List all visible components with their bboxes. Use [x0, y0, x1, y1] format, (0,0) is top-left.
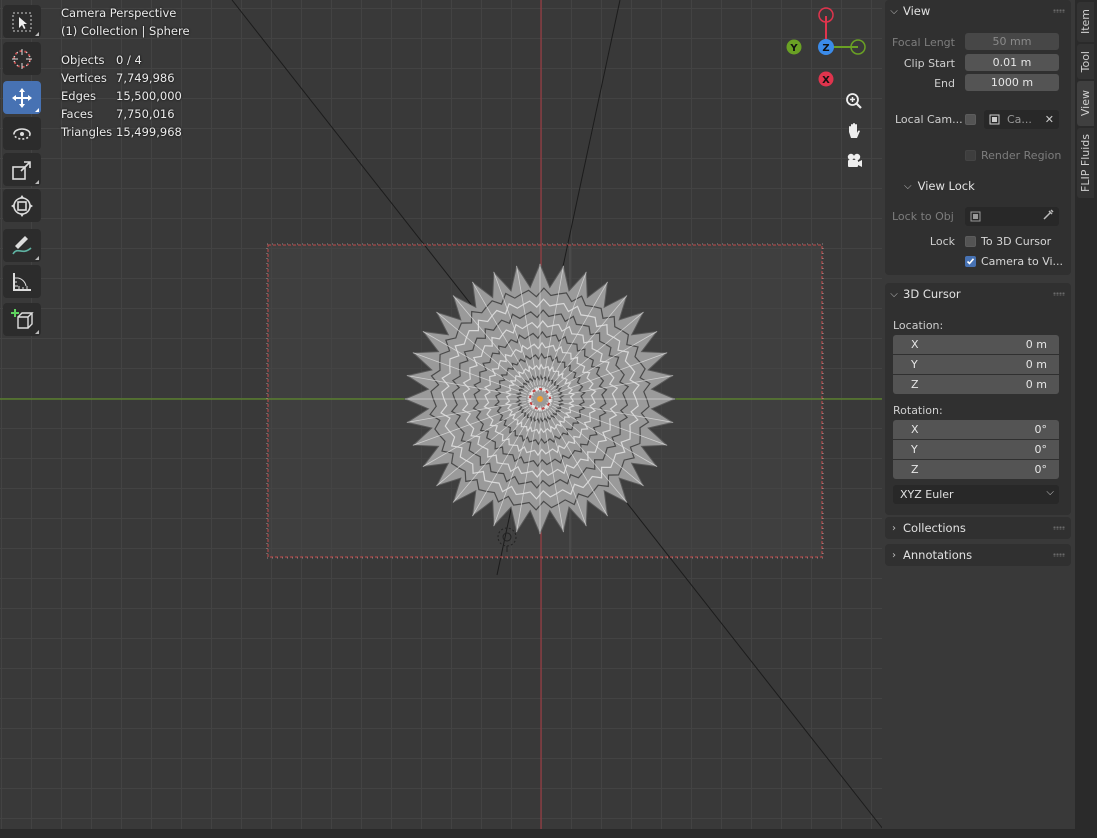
drag-handle-icon[interactable] [1053, 526, 1065, 530]
add-cube-tool[interactable] [3, 303, 41, 336]
local-camera-field[interactable]: Ca... ✕ [984, 110, 1059, 129]
to-3d-cursor-checkbox[interactable] [965, 236, 976, 247]
3d-cursor-panel: ⌵ 3D Cursor [885, 283, 1071, 515]
camera-to-view-label: Camera to Vi... [981, 255, 1064, 268]
scale-tool[interactable] [3, 153, 41, 186]
cursor-location-z[interactable]: Z0 m [893, 375, 1059, 394]
rotation-mode-select[interactable]: XYZ Euler ⌵ [893, 485, 1059, 504]
object-icon [970, 211, 981, 222]
scale-icon [12, 160, 31, 180]
eyedropper-icon[interactable] [1042, 208, 1055, 224]
zoom-icon [846, 93, 862, 109]
clip-start-label: Clip Start [903, 57, 955, 70]
collections-panel[interactable]: › Collections [885, 517, 1071, 539]
clear-icon[interactable]: ✕ [1045, 113, 1054, 126]
rotation-label: Rotation: [893, 404, 943, 417]
chevron-down-icon: ⌵ [890, 288, 898, 300]
camera-to-view-checkbox[interactable] [965, 256, 976, 267]
local-camera-checkbox[interactable] [965, 114, 976, 125]
cursor-location-y[interactable]: Y0 m [893, 355, 1059, 374]
checkmark-icon [966, 258, 975, 265]
view-lock-header[interactable]: ⌵ View Lock [904, 179, 975, 193]
svg-text:Z: Z [822, 43, 829, 54]
chevron-down-icon: ⌵ [1046, 487, 1054, 498]
location-label: Location: [893, 319, 944, 332]
sidebar-tabs: Item Tool View FLIP Fluids [1075, 0, 1097, 838]
sidebar-n-panel: ⌵ View Focal Lengt 50 mm Clip Start 0.01… [882, 0, 1075, 838]
cursor-icon [12, 48, 32, 69]
transform-tool[interactable] [3, 189, 41, 222]
measure-tool[interactable] [3, 265, 41, 298]
tab-view[interactable]: View [1077, 81, 1094, 126]
focal-length-field[interactable]: 50 mm [965, 33, 1059, 50]
svg-text:Y: Y [789, 43, 798, 54]
lock-label: Lock [929, 235, 955, 248]
view-panel-header[interactable]: ⌵ View [885, 0, 1071, 22]
chevron-down-icon: ⌵ [890, 5, 898, 17]
add-cube-icon [11, 308, 34, 329]
drag-handle-icon[interactable] [1053, 292, 1065, 296]
render-region-checkbox[interactable] [965, 150, 976, 161]
status-bar [0, 829, 1097, 838]
clip-end-field[interactable]: 1000 m [965, 74, 1059, 91]
clip-start-field[interactable]: 0.01 m [965, 54, 1059, 71]
camera-icon [847, 153, 862, 167]
render-region-label: Render Region [981, 149, 1062, 162]
cursor-rotation-y[interactable]: Y 0° [893, 440, 1059, 459]
transform-icon [11, 194, 33, 217]
stat-objects: Objects 0 / 4 [61, 53, 142, 67]
chevron-right-icon: › [892, 549, 896, 561]
select-box-tool[interactable] [3, 5, 41, 38]
clip-end-label: End [934, 77, 955, 90]
3d-cursor-panel-header[interactable]: ⌵ 3D Cursor [885, 283, 1071, 305]
stat-faces: Faces 7,750,016 [61, 107, 175, 121]
cursor-location-x[interactable]: X0 m [893, 335, 1059, 354]
to-3d-cursor-label: To 3D Cursor [981, 235, 1052, 248]
stat-triangles: Triangles 15,499,968 [61, 125, 182, 139]
focal-length-label: Focal Lengt [892, 36, 955, 49]
move-tool[interactable] [3, 81, 41, 114]
move-icon [12, 87, 32, 108]
local-camera-label: Local Cam... [895, 113, 963, 126]
tab-tool[interactable]: Tool [1077, 44, 1094, 79]
zoom-button[interactable] [841, 88, 867, 114]
ruler-icon [13, 272, 31, 291]
cursor-rotation-x[interactable]: X 0° [893, 420, 1059, 439]
annotations-panel[interactable]: › Annotations [885, 544, 1071, 566]
cursor-tool[interactable] [3, 42, 41, 75]
stat-vertices: Vertices 7,749,986 [61, 71, 175, 85]
stat-edges: Edges 15,500,000 [61, 89, 182, 103]
drag-handle-icon[interactable] [1053, 9, 1065, 13]
annotate-icon [12, 235, 32, 254]
cursor-rotation-z[interactable]: Z 0° [893, 460, 1059, 479]
hand-icon [849, 123, 860, 138]
collection-info: (1) Collection | Sphere [61, 24, 190, 38]
camera-view-button[interactable] [841, 148, 867, 174]
select-box-icon [12, 12, 32, 31]
rotate-tool[interactable] [3, 117, 41, 150]
lock-to-obj-label: Lock to Obj [892, 210, 954, 223]
tab-flip-fluids[interactable]: FLIP Fluids [1077, 128, 1094, 198]
svg-text:X: X [822, 75, 830, 86]
annotate-tool[interactable] [3, 229, 41, 262]
view-name: Camera Perspective [61, 6, 177, 20]
chevron-down-icon: ⌵ [904, 180, 912, 192]
lock-to-obj-field[interactable] [965, 207, 1059, 226]
pan-button[interactable] [841, 118, 867, 144]
tab-item[interactable]: Item [1077, 2, 1094, 42]
object-icon [989, 114, 1000, 125]
navigation-gizmo[interactable]: Y X Z [780, 2, 870, 92]
drag-handle-icon[interactable] [1053, 553, 1065, 557]
chevron-right-icon: › [892, 522, 896, 534]
rotate-icon [13, 127, 31, 140]
